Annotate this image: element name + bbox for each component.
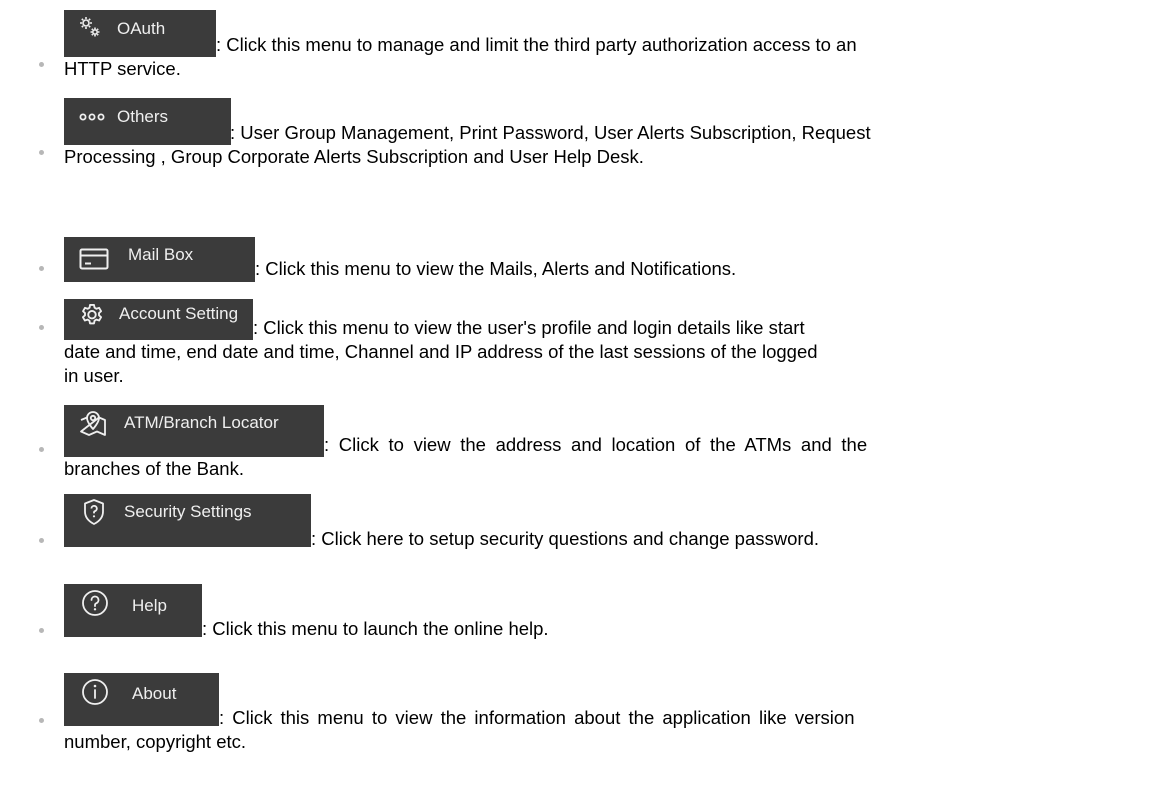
button-label: Security Settings: [124, 502, 252, 521]
description: : Click this menu to launch the online h…: [64, 617, 1145, 641]
bullet: [39, 538, 44, 543]
bullet: [39, 62, 44, 67]
bullet: [39, 628, 44, 633]
desc-line: Processing , Group Corporate Alerts Subs…: [64, 146, 644, 167]
description: : Click this menu to view the Mails, Ale…: [64, 257, 1145, 281]
description: : Click here to setup security questions…: [64, 527, 1145, 551]
desc-line: : Click this menu to launch the online h…: [202, 618, 549, 639]
button-label: ATM/Branch Locator: [124, 413, 279, 432]
desc-line: : User Group Management, Print Password,…: [230, 122, 871, 143]
desc-line: date and time, end date and time, Channe…: [64, 341, 818, 362]
desc-line: : Click this menu to manage and limit th…: [216, 34, 857, 55]
bullet: [39, 266, 44, 271]
desc-line: HTTP service.: [64, 58, 181, 79]
desc-line: : Click this menu to view the informatio…: [219, 707, 855, 728]
desc-line: branches of the Bank.: [64, 458, 244, 479]
desc-line: : Click to view the address and location…: [324, 434, 868, 455]
bullet: [39, 325, 44, 330]
button-label: About: [132, 684, 177, 703]
description: : Click to view the address and location…: [64, 433, 1145, 481]
bullet: [39, 718, 44, 723]
description: : User Group Management, Print Password,…: [64, 121, 1145, 169]
button-label: Help: [132, 596, 167, 615]
desc-line: number, copyright etc.: [64, 731, 247, 752]
description: : Click this menu to manage and limit th…: [64, 33, 1145, 81]
desc-line: : Click here to setup security questions…: [311, 528, 820, 549]
bullet: [39, 150, 44, 155]
desc-line: : Click this menu to view the Mails, Ale…: [255, 258, 737, 279]
desc-line: : Click this menu to view the user's pro…: [253, 317, 805, 338]
desc-line-justified: : Click to view the address and location…: [64, 433, 1145, 457]
bullet: [39, 447, 44, 452]
info-circle-icon: [82, 679, 108, 705]
shield-question-icon: [84, 499, 104, 525]
desc-line-justified: : Click this menu to view the informatio…: [64, 706, 1145, 730]
desc-line: in user.: [64, 365, 124, 386]
description: : Click this menu to view the informatio…: [64, 706, 1145, 754]
description: : Click this menu to view the user's pro…: [64, 316, 1145, 388]
help-circle-icon: [82, 590, 108, 616]
